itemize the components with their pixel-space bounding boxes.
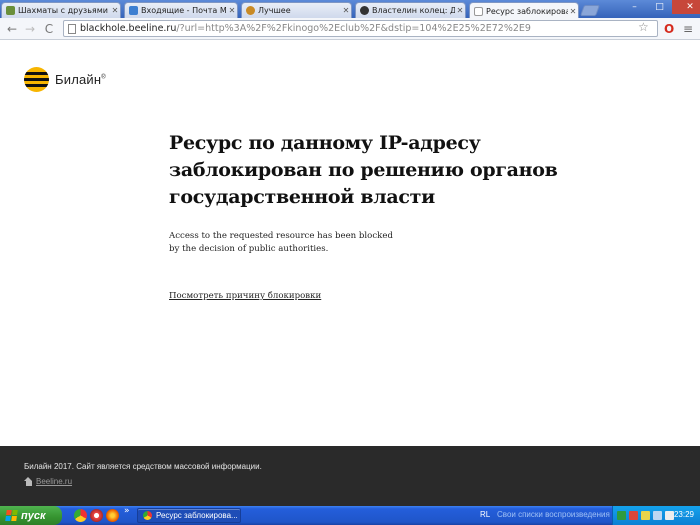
- tab-title: Входящие - Почта Ma: [141, 6, 227, 15]
- url-host: blackhole.beeline.ru: [80, 23, 177, 34]
- home-link-text: Beeline.ru: [36, 477, 73, 486]
- close-icon[interactable]: ✕: [455, 6, 465, 15]
- firefox-quicklaunch-icon[interactable]: [106, 509, 119, 522]
- close-icon[interactable]: ✕: [110, 6, 120, 15]
- new-tab-button[interactable]: [579, 5, 601, 16]
- logo-text: Билайн®: [55, 72, 106, 87]
- english-notice: Access to the requested resource has bee…: [169, 230, 429, 256]
- tab-title: Лучшее: [258, 6, 291, 15]
- tab-strip: Шахматы с друзьями ✕ Входящие - Почта Ma…: [0, 0, 700, 19]
- chrome-quicklaunch-icon[interactable]: [74, 509, 87, 522]
- playlist-hint: Свои списки воспроизведения: [497, 510, 610, 519]
- tray-app-icon[interactable]: [653, 511, 662, 520]
- beeline-ball-icon: [24, 67, 49, 92]
- page-icon: [68, 24, 76, 34]
- back-button[interactable]: ←: [4, 21, 20, 37]
- headline-line: Ресурс по данному IP-адресу: [169, 132, 481, 154]
- close-icon[interactable]: ✕: [227, 6, 237, 15]
- tray-app-icon[interactable]: [617, 511, 626, 520]
- footer-copyright: Билайн 2017. Сайт является средством мас…: [24, 462, 262, 471]
- close-icon[interactable]: ✕: [341, 6, 351, 15]
- view-block-reason-link[interactable]: Посмотреть причину блокировки: [169, 291, 321, 301]
- mail-favicon-icon: [129, 6, 138, 15]
- close-window-button[interactable]: ✕: [672, 0, 700, 14]
- windows-taskbar: пуск » Ресурс заблокирова... RL Свои спи…: [0, 506, 700, 525]
- bookmark-star-icon[interactable]: ☆: [638, 20, 649, 34]
- tray-app-icon[interactable]: [629, 511, 638, 520]
- menu-icon[interactable]: ≡: [683, 22, 693, 36]
- task-title: Ресурс заблокирова...: [156, 511, 238, 520]
- lotr-favicon-icon: [360, 6, 369, 15]
- windows-flag-icon: [5, 510, 18, 521]
- browser-toolbar: ← → C blackhole.beeline.ru/?url=http%3A%…: [0, 18, 700, 40]
- url-path: /?url=http%3A%2F%2Fkinogo%2Eclub%2F&dsti…: [176, 23, 531, 34]
- maximize-button[interactable]: □: [647, 0, 672, 14]
- beeline-logo[interactable]: Билайн®: [24, 67, 106, 92]
- reload-button[interactable]: C: [41, 21, 57, 37]
- chrome-icon: [143, 511, 152, 520]
- opera-extension-icon[interactable]: O: [664, 22, 674, 36]
- tab-best[interactable]: Лучшее ✕: [241, 2, 352, 18]
- headline-line: государственной власти: [169, 186, 435, 208]
- quicklaunch-overflow-icon[interactable]: »: [124, 506, 130, 516]
- tab-title: Шахматы с друзьями: [18, 6, 108, 15]
- language-indicator[interactable]: RL: [480, 510, 490, 519]
- block-headline: Ресурс по данному IP-адресу заблокирован…: [169, 130, 569, 211]
- tray-app-icon[interactable]: [641, 511, 650, 520]
- tab-title: Властелин колец: Две: [372, 6, 455, 15]
- english-line: by the decision of public authorities.: [169, 244, 329, 254]
- start-button[interactable]: пуск: [0, 506, 62, 525]
- system-tray: 23:29: [612, 506, 700, 525]
- forward-button[interactable]: →: [22, 21, 38, 37]
- page-footer: Билайн 2017. Сайт является средством мас…: [0, 446, 700, 506]
- tab-chess[interactable]: Шахматы с друзьями ✕: [1, 2, 121, 18]
- minimize-button[interactable]: –: [622, 0, 647, 14]
- best-favicon-icon: [246, 6, 255, 15]
- tab-lotr[interactable]: Властелин колец: Две ✕: [355, 2, 466, 18]
- tab-title: Ресурс заблокирован: [486, 6, 568, 16]
- volume-icon[interactable]: [665, 511, 674, 520]
- close-icon[interactable]: ✕: [568, 7, 578, 16]
- taskbar-chrome-window[interactable]: Ресурс заблокирова...: [137, 508, 241, 523]
- clock: 23:29: [673, 510, 694, 519]
- chess-favicon-icon: [6, 6, 15, 15]
- page-content: Билайн® Ресурс по данному IP-адресу забл…: [0, 41, 700, 446]
- tab-blocked[interactable]: Ресурс заблокирован ✕: [469, 2, 579, 19]
- address-bar[interactable]: blackhole.beeline.ru/?url=http%3A%2F%2Fk…: [63, 20, 658, 37]
- start-label: пуск: [21, 509, 46, 522]
- beeline-home-link[interactable]: Beeline.ru: [24, 477, 72, 486]
- headline-line: заблокирован по решению органов: [169, 159, 558, 181]
- window-controls: – □ ✕: [622, 0, 700, 14]
- opera-quicklaunch-icon[interactable]: [90, 509, 103, 522]
- home-icon: [24, 477, 33, 486]
- page-favicon-icon: [474, 6, 483, 16]
- english-line: Access to the requested resource has bee…: [169, 231, 393, 241]
- tab-mail[interactable]: Входящие - Почта Ma ✕: [124, 2, 238, 18]
